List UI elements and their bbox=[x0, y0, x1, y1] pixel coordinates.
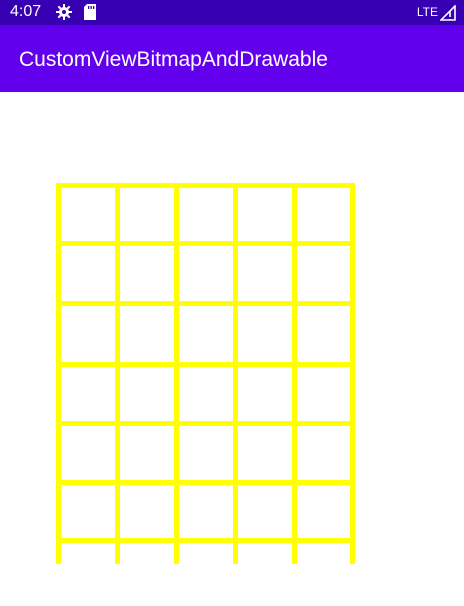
grid-line-horizontal bbox=[56, 362, 354, 367]
grid-line-horizontal bbox=[56, 421, 354, 426]
custom-grid-view bbox=[0, 92, 464, 606]
app-bar: CustomViewBitmapAndDrawable bbox=[0, 25, 464, 92]
grid-line-horizontal bbox=[56, 538, 354, 543]
grid-line-horizontal bbox=[56, 183, 354, 188]
grid-line-vertical bbox=[174, 183, 179, 564]
grid-line-vertical bbox=[56, 183, 61, 564]
grid-line-horizontal bbox=[56, 301, 354, 306]
grid-line-vertical bbox=[292, 183, 297, 564]
grid-line-vertical bbox=[115, 183, 120, 564]
gear-icon bbox=[56, 4, 72, 25]
status-bar: 4:07 LTE bbox=[0, 0, 464, 25]
signal-icon bbox=[439, 4, 456, 26]
grid-line-horizontal bbox=[56, 241, 354, 246]
grid-line-horizontal bbox=[56, 480, 354, 485]
grid-line-vertical bbox=[350, 183, 355, 564]
grid-line-vertical bbox=[233, 183, 238, 564]
status-time: 4:07 bbox=[10, 3, 42, 20]
sd-card-icon bbox=[84, 4, 96, 25]
app-title: CustomViewBitmapAndDrawable bbox=[19, 48, 328, 71]
network-label: LTE bbox=[416, 5, 438, 19]
